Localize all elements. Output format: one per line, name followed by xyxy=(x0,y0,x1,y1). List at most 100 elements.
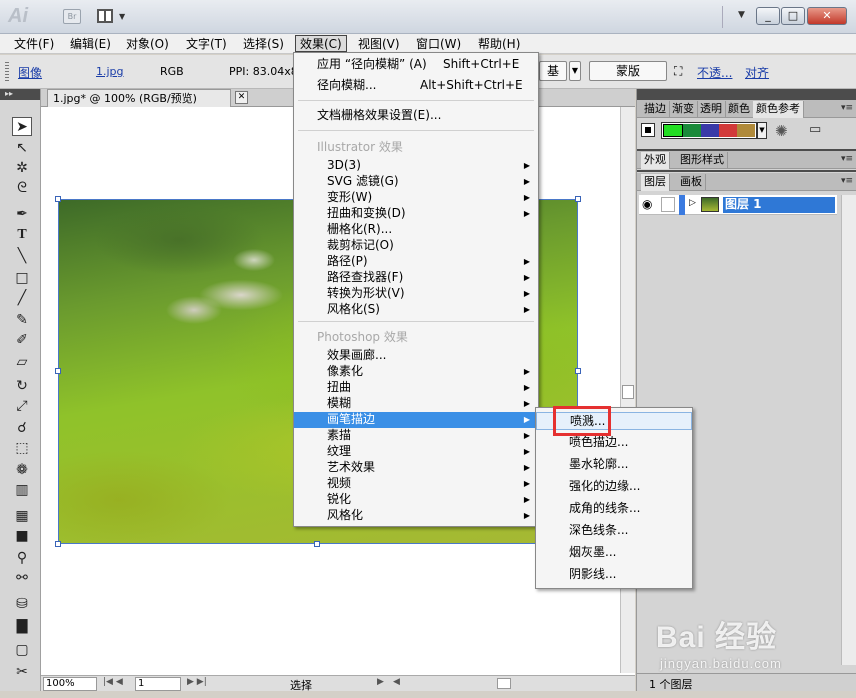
menu-type[interactable]: 文字(T) xyxy=(182,36,231,53)
mesh-tool-icon[interactable]: ▦ xyxy=(12,507,32,526)
zoom-field[interactable]: 100% xyxy=(43,677,97,691)
menu-item-artistic[interactable]: 艺术效果 ▶ xyxy=(294,460,538,476)
horizontal-scroll-thumb[interactable] xyxy=(497,678,511,689)
document-tab[interactable]: 1.jpg* @ 100% (RGB/预览) xyxy=(47,89,231,107)
opacity-link[interactable]: 不透... xyxy=(697,64,732,81)
menu-item-blur[interactable]: 模糊 ▶ xyxy=(294,396,538,412)
submenu-item-accented-edges[interactable]: 强化的边缘... xyxy=(536,478,692,496)
tab-color[interactable]: 颜色 xyxy=(725,101,754,118)
submenu-item-crosshatch[interactable]: 阴影线... xyxy=(536,566,692,584)
magic-wand-tool-icon[interactable]: ✲ xyxy=(12,159,32,178)
rectangle-tool-icon[interactable]: □ xyxy=(12,269,32,288)
bounding-box-handle[interactable] xyxy=(55,368,61,374)
tab-transparency[interactable]: 透明 xyxy=(697,101,726,118)
color-swatch[interactable] xyxy=(737,124,755,137)
warp-tool-icon[interactable]: ☌ xyxy=(12,419,32,438)
menu-effect[interactable]: 效果(C) xyxy=(295,35,347,52)
menu-item-apply-last-effect[interactable]: 应用 “径向模糊” (A) Shift+Ctrl+E xyxy=(294,57,538,73)
submenu-item-dark-strokes[interactable]: 深色线条... xyxy=(536,522,692,540)
mask-button[interactable]: 蒙版 xyxy=(589,61,667,81)
artboard-tool-icon[interactable]: ▢ xyxy=(12,641,32,660)
align-link[interactable]: 对齐 xyxy=(745,64,769,81)
gradient-tool-icon[interactable]: ■ xyxy=(12,527,32,546)
free-transform-tool-icon[interactable]: ⬚ xyxy=(12,439,32,458)
tab-color-guide[interactable]: 颜色参考 xyxy=(753,101,804,118)
menu-item-convert-to-shape[interactable]: 转换为形状(V) ▶ xyxy=(294,286,538,302)
bounding-box-handle[interactable] xyxy=(575,368,581,374)
maximize-button[interactable]: □ xyxy=(781,7,805,25)
partial-button[interactable]: 基 xyxy=(539,61,567,81)
lasso-tool-icon[interactable]: ᘓ xyxy=(12,179,32,198)
bridge-button[interactable]: Br xyxy=(63,9,81,24)
submenu-item-angled-strokes[interactable]: 成角的线条... xyxy=(536,500,692,518)
base-color-swatch[interactable] xyxy=(641,123,655,137)
color-swatch[interactable] xyxy=(683,124,701,137)
menu-item-3d[interactable]: 3D(3) ▶ xyxy=(294,158,538,174)
close-icon[interactable]: ✕ xyxy=(235,91,248,104)
menu-item-distort-transform[interactable]: 扭曲和变换(D) ▶ xyxy=(294,206,538,222)
menu-item-svg-filters[interactable]: SVG 滤镜(G) ▶ xyxy=(294,174,538,190)
menu-file[interactable]: 文件(F) xyxy=(10,36,58,53)
layer-row[interactable]: ◉ ▷ 图层 1 xyxy=(639,195,837,215)
slice-tool-icon[interactable]: ✂ xyxy=(12,663,32,682)
menu-item-effect-gallery[interactable]: 效果画廊... xyxy=(294,348,538,364)
menu-help[interactable]: 帮助(H) xyxy=(474,36,524,53)
edit-colors-icon[interactable]: ✺ xyxy=(775,122,788,140)
graph-tool-icon[interactable]: ▥ xyxy=(12,481,32,500)
color-swatch[interactable] xyxy=(701,124,719,137)
menu-item-warp[interactable]: 变形(W) ▶ xyxy=(294,190,538,206)
selection-tool-icon[interactable]: ➤ xyxy=(12,117,32,136)
image-label[interactable]: 图像 xyxy=(18,64,42,81)
tab-layers[interactable]: 图层 xyxy=(641,174,670,191)
scale-tool-icon[interactable]: ⤢ xyxy=(12,397,32,416)
column-graph-tool-icon[interactable]: ▇ xyxy=(12,617,32,636)
line-tool-icon[interactable]: ╲ xyxy=(12,247,32,266)
panel-collapse-icon[interactable]: ▸▸ xyxy=(0,89,40,100)
submenu-item-ink-outlines[interactable]: 墨水轮廓... xyxy=(536,456,692,474)
direct-selection-tool-icon[interactable]: ↖ xyxy=(12,139,32,158)
harmony-colors-bar[interactable] xyxy=(661,122,757,139)
bounding-box-handle[interactable] xyxy=(55,541,61,547)
symbol-sprayer-tool-icon[interactable]: ❁ xyxy=(12,461,32,480)
bounding-box-handle[interactable] xyxy=(314,541,320,547)
menu-item-video[interactable]: 视频 ▶ xyxy=(294,476,538,492)
lock-toggle[interactable] xyxy=(661,197,675,212)
type-tool-icon[interactable]: T xyxy=(12,225,32,244)
menu-item-brush-strokes[interactable]: 画笔描边 ▶ xyxy=(294,412,538,428)
next-page-icon[interactable]: ▶ ▶| xyxy=(187,677,207,687)
menu-item-rasterize[interactable]: 栅格化(R)... xyxy=(294,222,538,238)
minimize-button[interactable]: _ xyxy=(756,7,780,25)
menu-edit[interactable]: 编辑(E) xyxy=(66,36,115,53)
expand-triangle-icon[interactable]: ▷ xyxy=(689,198,696,208)
pencil-tool-icon[interactable]: ✎ xyxy=(12,311,32,330)
pen-tool-icon[interactable]: ✒ xyxy=(12,205,32,224)
menu-object[interactable]: 对象(O) xyxy=(122,36,173,53)
color-swatch[interactable] xyxy=(719,124,737,137)
menu-item-pixelate[interactable]: 像素化 ▶ xyxy=(294,364,538,380)
tab-stroke[interactable]: 描边 xyxy=(641,101,670,118)
scroll-left-icon[interactable]: ◀ xyxy=(393,677,400,687)
tab-appearance[interactable]: 外观 xyxy=(641,152,670,169)
tab-artboards[interactable]: 画板 xyxy=(677,174,706,191)
bounding-box-handle[interactable] xyxy=(55,196,61,202)
eraser-tool-icon[interactable]: ▱ xyxy=(12,353,32,372)
status-menu-icon[interactable]: ▶ xyxy=(377,677,384,687)
live-paint-tool-icon[interactable]: ⛁ xyxy=(12,595,32,614)
menu-item-stylize-illustrator[interactable]: 风格化(S) ▶ xyxy=(294,302,538,318)
color-swatch[interactable] xyxy=(663,124,683,137)
page-field[interactable]: 1 xyxy=(135,677,181,691)
first-page-icon[interactable]: |◀ ◀ xyxy=(103,677,123,687)
eyedropper-tool-icon[interactable]: ⚲ xyxy=(12,549,32,568)
save-color-group-icon[interactable]: ▭ xyxy=(809,122,821,137)
submenu-item-sumi-e[interactable]: 烟灰墨... xyxy=(536,544,692,562)
blob-brush-tool-icon[interactable]: ✐ xyxy=(12,331,32,350)
menu-item-crop-marks[interactable]: 裁剪标记(O) xyxy=(294,238,538,254)
rotate-tool-icon[interactable]: ↻ xyxy=(12,377,32,396)
layer-name[interactable]: 图层 1 xyxy=(723,197,835,213)
chevron-down-icon[interactable]: ▼ xyxy=(757,122,767,139)
menu-item-sharpen[interactable]: 锐化 ▶ xyxy=(294,492,538,508)
panel-menu-icon[interactable]: ▾≡ xyxy=(841,154,853,164)
bounding-box-handle[interactable] xyxy=(575,196,581,202)
menu-window[interactable]: 窗口(W) xyxy=(412,36,465,53)
close-button[interactable]: ✕ xyxy=(807,7,847,25)
